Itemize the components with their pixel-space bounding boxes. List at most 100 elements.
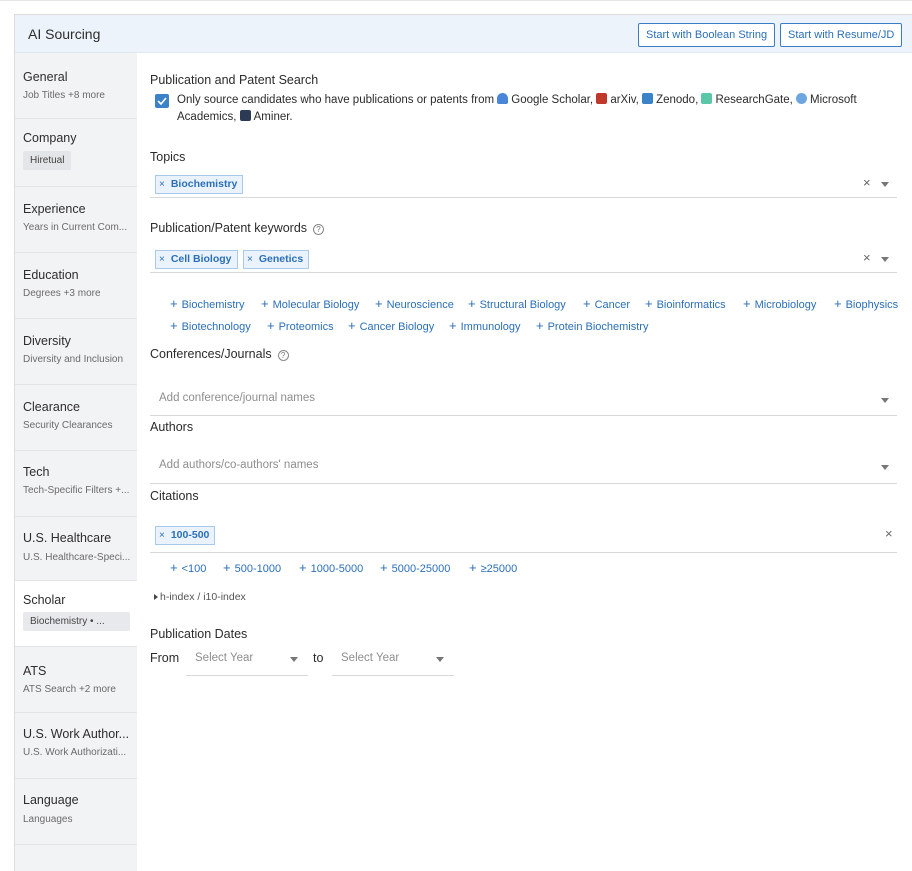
keyword-suggestion[interactable]: + Neuroscience (375, 296, 454, 311)
clear-citations-icon[interactable]: × (885, 526, 893, 541)
sidebar-item-summary: Degrees +3 more (23, 288, 101, 299)
sidebar-item-scholar[interactable]: Scholar Biochemistry • ... (15, 581, 137, 647)
citation-suggestion[interactable]: + ≥25000 (469, 560, 517, 575)
citation-suggestion-label: 1000-5000 (310, 563, 364, 575)
sidebar-item-general[interactable]: General Job Titles +8 more (15, 53, 137, 119)
keyword-suggestion[interactable]: + Proteomics (267, 318, 334, 333)
chevron-down-icon[interactable] (436, 657, 444, 662)
source-google-scholar: Google Scholar, (511, 94, 594, 106)
sidebar-item-label: Experience (23, 202, 86, 216)
source-researchgate: ResearchGate, (715, 94, 793, 106)
clear-topics-icon[interactable]: × (863, 175, 871, 190)
remove-tag-icon[interactable]: × (159, 179, 165, 190)
sidebar-item-company[interactable]: Company Hiretual (15, 119, 137, 187)
plus-icon: + (468, 296, 476, 311)
hindex-toggle[interactable]: h-index / i10-index (154, 591, 246, 603)
keyword-suggestion[interactable]: + Biotechnology (170, 318, 251, 333)
conferences-input[interactable]: Add conference/journal names (150, 371, 897, 416)
resume-jd-button[interactable]: Start with Resume/JD (780, 23, 903, 47)
remove-tag-icon[interactable]: × (247, 254, 253, 265)
sidebar-item-language[interactable]: Language Languages (15, 779, 137, 845)
boolean-string-button[interactable]: Start with Boolean String (638, 23, 776, 47)
plus-icon: + (380, 560, 388, 575)
clear-keywords-icon[interactable]: × (863, 250, 871, 265)
keyword-suggestion[interactable]: + Immunology (449, 318, 521, 333)
sidebar-item-us-healthcare[interactable]: U.S. Healthcare U.S. Healthcare-Speci... (15, 517, 137, 581)
conferences-placeholder: Add conference/journal names (159, 392, 315, 404)
citation-suggestion[interactable]: +500-1000 (223, 560, 281, 575)
source-academics: Academics, (177, 111, 237, 123)
keyword-suggestion-label: Cancer Biology (359, 321, 435, 333)
keyword-suggestion[interactable]: + Bioinformatics (645, 296, 726, 311)
conferences-label-text: Conferences/Journals (150, 347, 272, 361)
keyword-suggestion[interactable]: + Molecular Biology (261, 296, 359, 311)
from-year-select[interactable]: Select Year (186, 645, 308, 676)
topic-tag[interactable]: × Biochemistry (155, 175, 244, 194)
sidebar-item-label: Scholar (23, 593, 66, 607)
chevron-down-icon[interactable] (881, 398, 889, 403)
sidebar-item-summary: U.S. Healthcare-Speci... (23, 552, 131, 563)
keyword-suggestion[interactable]: + Structural Biology (468, 296, 566, 311)
keyword-suggestion[interactable]: + Biophysics (834, 296, 898, 311)
keyword-tag[interactable]: × Cell Biology (155, 250, 238, 269)
citation-suggestion-label: 5000-25000 (391, 563, 451, 575)
plus-icon: + (469, 560, 477, 575)
help-icon[interactable]: ? (313, 224, 325, 235)
chevron-down-icon[interactable] (881, 182, 889, 187)
chevron-down-icon[interactable] (881, 257, 889, 262)
keyword-suggestion-label: Biotechnology (181, 321, 251, 333)
keyword-suggestion[interactable]: + Microbiology (743, 296, 816, 311)
remove-tag-icon[interactable]: × (159, 254, 165, 265)
keywords-label: Publication/Patent keywords? (150, 221, 325, 235)
topics-label: Topics (150, 150, 186, 164)
sidebar-item-label: Language (23, 793, 79, 807)
plus-icon: + (375, 296, 383, 311)
plus-icon: + (299, 560, 307, 575)
sidebar-item-summary: Job Titles +8 more (23, 90, 105, 101)
authors-label: Authors (150, 420, 194, 434)
publication-search-heading: Publication and Patent Search (150, 73, 319, 87)
citation-suggestion[interactable]: + <100 (170, 560, 206, 575)
sidebar-item-diversity[interactable]: Diversity Diversity and Inclusion (15, 319, 137, 385)
citation-suggestion-label: ≥25000 (480, 563, 518, 575)
citation-suggestion[interactable]: +5000-25000 (380, 560, 450, 575)
keyword-suggestion[interactable]: + Cancer Biology (348, 318, 434, 333)
plus-icon: + (223, 560, 231, 575)
keyword-tag-label: Genetics (258, 253, 304, 265)
sidebar-item-ats[interactable]: ATS ATS Search +2 more (15, 647, 137, 713)
sidebar-item-summary: U.S. Work Authorizati... (23, 747, 127, 758)
sidebar-item-clearance[interactable]: Clearance Security Clearances (15, 385, 137, 451)
caret-right-icon (154, 594, 158, 600)
sidebar-item-chip: Biochemistry • ... (23, 612, 130, 631)
citations-input[interactable]: × 100-500 × (150, 520, 897, 553)
keyword-suggestion[interactable]: + Biochemistry (170, 296, 245, 311)
sidebar-item-us-work-authorization[interactable]: U.S. Work Author... U.S. Work Authorizat… (15, 713, 137, 779)
help-icon[interactable]: ? (277, 350, 289, 361)
keyword-suggestion-label: Protein Biochemistry (547, 321, 649, 333)
keywords-input[interactable]: × Cell Biology × Genetics × (150, 244, 897, 273)
sidebar-item-experience[interactable]: Experience Years in Current Com... (15, 187, 137, 253)
keyword-tag-label: Cell Biology (170, 253, 232, 265)
keyword-suggestion[interactable]: + Cancer (583, 296, 630, 311)
chevron-down-icon[interactable] (881, 465, 889, 470)
topics-input[interactable]: × Biochemistry × (150, 169, 897, 198)
publication-source-checkbox[interactable] (155, 94, 169, 108)
to-year-placeholder: Select Year (341, 652, 400, 664)
sidebar-item-label: Tech (23, 465, 50, 479)
sidebar-item-label: U.S. Healthcare (23, 531, 112, 545)
google-scholar-icon (497, 93, 509, 104)
keyword-suggestion-label: Cancer (594, 299, 631, 311)
keyword-tag[interactable]: × Genetics (243, 250, 310, 269)
authors-input[interactable]: Add authors/co-authors' names (150, 443, 897, 484)
keyword-suggestion-label: Molecular Biology (272, 299, 360, 311)
sidebar-item-education[interactable]: Education Degrees +3 more (15, 253, 137, 319)
sidebar-item-tech[interactable]: Tech Tech-Specific Filters +... (15, 451, 137, 517)
keyword-suggestion-label: Microbiology (754, 299, 817, 311)
keyword-suggestion[interactable]: + Protein Biochemistry (536, 318, 648, 333)
plus-icon: + (536, 318, 544, 333)
remove-tag-icon[interactable]: × (159, 530, 165, 541)
citation-suggestion[interactable]: +1000-5000 (299, 560, 363, 575)
citation-tag[interactable]: × 100-500 (155, 526, 216, 545)
chevron-down-icon[interactable] (290, 657, 298, 662)
to-year-select[interactable]: Select Year (332, 645, 454, 676)
